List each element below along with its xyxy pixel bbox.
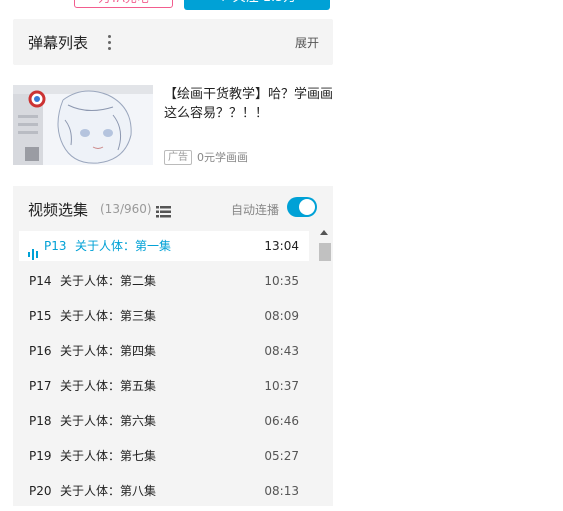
episode-number: P16 [29,344,52,358]
episode-duration: 06:46 [264,414,299,428]
ad-title[interactable]: 【绘画干货教学】哈？学画画这么容易？？！！ [164,85,336,123]
playlist-title: 视频选集 [28,201,89,219]
expand-button[interactable]: 展开 [295,34,319,51]
danmaku-list-title: 弹幕列表 [28,34,89,52]
list-item[interactable]: P14 关于人体：第二集 10:35 [19,266,309,296]
episode-title: 关于人体：第七集 [60,449,157,463]
episode-duration: 10:37 [264,379,299,393]
list-view-icon[interactable] [156,203,171,218]
episode-number: P19 [29,449,52,463]
episode-title: 关于人体：第三集 [60,309,157,323]
episode-number: P14 [29,274,52,288]
ad-badge: 广告 [164,150,192,165]
list-item[interactable]: P19 关于人体：第七集 05:27 [19,441,309,471]
charge-button[interactable]: 为TA充电 [74,0,173,8]
scroll-thumb[interactable] [319,243,331,261]
episode-title: 关于人体：第一集 [75,239,172,253]
episode-title: 关于人体：第二集 [60,274,157,288]
episode-title: 关于人体：第四集 [60,344,157,358]
episode-title: 关于人体：第五集 [60,379,157,393]
playlist-scrollbar[interactable] [318,228,331,506]
episode-duration: 10:35 [264,274,299,288]
list-item[interactable]: P18 关于人体：第六集 06:46 [19,406,309,436]
episode-duration: 08:13 [264,484,299,498]
follow-button[interactable]: + 关注 1.5万 [184,0,330,10]
ad-card[interactable]: 【绘画干货教学】哈？学画画这么容易？？！！ 广告 0元学画画 [13,85,333,167]
episode-number: P13 [44,239,67,253]
episode-duration: 05:27 [264,449,299,463]
list-item[interactable]: P20 关于人体：第八集 08:13 [19,476,309,506]
episode-duration: 08:09 [264,309,299,323]
autoplay-toggle[interactable] [287,197,317,217]
list-item[interactable]: P16 关于人体：第四集 08:43 [19,336,309,366]
episode-number: P17 [29,379,52,393]
top-action-buttons: 为TA充电 + 关注 1.5万 [74,0,334,10]
list-item[interactable]: P13 关于人体：第一集 13:04 [19,231,309,261]
playing-icon [28,241,40,260]
episode-number: P18 [29,414,52,428]
ad-source: 0元学画画 [197,151,248,164]
episode-duration: 13:04 [264,239,299,253]
danmaku-list-header[interactable]: 弹幕列表 展开 [13,19,333,65]
ad-thumbnail[interactable] [13,85,153,165]
video-playlist: 视频选集 (13/960) 自动连播 P13 关于人体：第一集 13:04 P1… [13,186,333,506]
episode-number: P15 [29,309,52,323]
list-item[interactable]: P15 关于人体：第三集 08:09 [19,301,309,331]
episode-title: 关于人体：第六集 [60,414,157,428]
list-item[interactable]: P17 关于人体：第五集 10:37 [19,371,309,401]
scroll-up-arrow-icon[interactable] [320,230,328,235]
episode-title: 关于人体：第八集 [60,484,157,498]
autoplay-label: 自动连播 [231,203,280,217]
episode-duration: 08:43 [264,344,299,358]
playlist-count: (13/960) [100,202,152,216]
more-options-icon[interactable] [104,33,114,51]
episode-number: P20 [29,484,52,498]
episode-list: P13 关于人体：第一集 13:04 P14 关于人体：第二集 10:35 P1… [19,231,309,511]
